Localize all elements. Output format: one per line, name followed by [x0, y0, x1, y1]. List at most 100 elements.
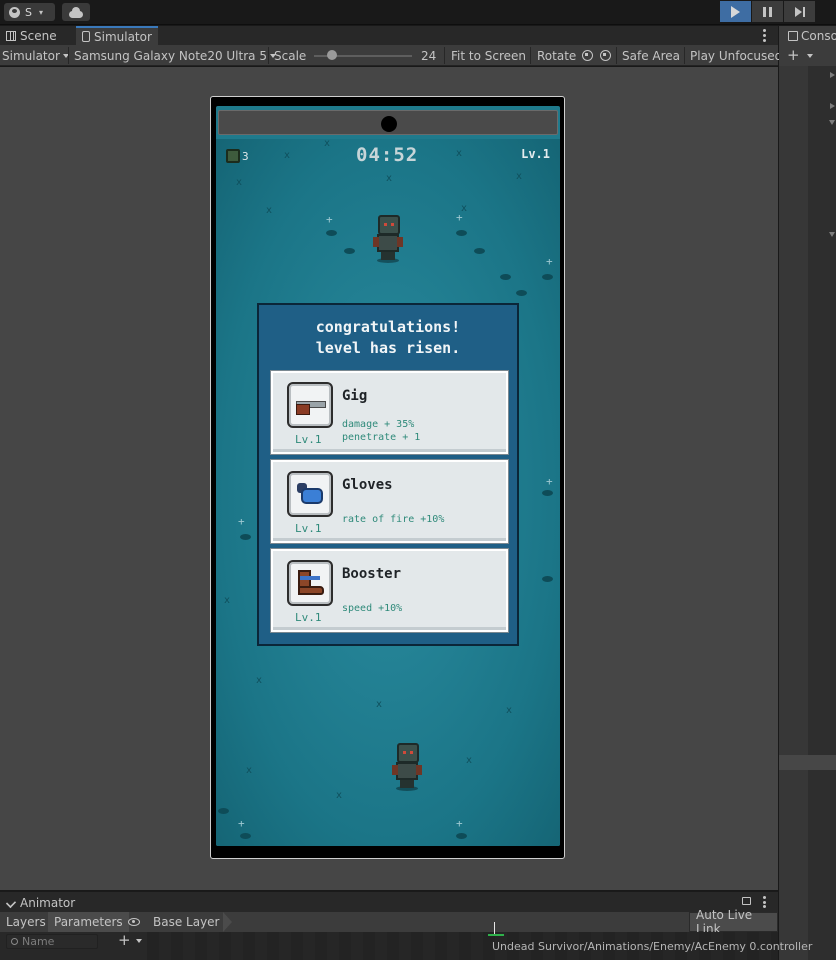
- play-icon: [731, 5, 740, 18]
- sparkle-icon: +: [238, 817, 245, 830]
- scale-slider-thumb[interactable]: [327, 50, 337, 60]
- lock-icon[interactable]: [742, 897, 751, 905]
- ground-tile: x: [506, 705, 513, 716]
- collapse-arrow-icon[interactable]: [829, 232, 835, 237]
- levelup-title: congratulations! level has risen.: [259, 317, 517, 359]
- safe-area-toggle[interactable]: Safe Area: [622, 45, 680, 66]
- expand-arrow-icon[interactable]: [830, 72, 835, 78]
- upgrade-card-booster[interactable]: Booster speed +10% Lv.1: [270, 548, 509, 633]
- simulator-icon: [82, 31, 90, 42]
- fish-icon: [456, 230, 467, 236]
- controller-path: Undead Survivor/Animations/Enemy/AcEnemy…: [492, 940, 813, 953]
- main-toolbar: S ▾: [0, 0, 836, 25]
- eye-icon[interactable]: [128, 918, 140, 926]
- console-toolbar: +: [779, 45, 836, 66]
- step-button[interactable]: [784, 1, 815, 22]
- play-button[interactable]: [720, 1, 751, 22]
- account-dropdown[interactable]: S ▾: [4, 3, 55, 21]
- camera-notch: [381, 116, 397, 132]
- console-selected-row[interactable]: [779, 755, 836, 770]
- fit-to-screen-button[interactable]: Fit to Screen: [451, 45, 526, 66]
- fish-icon: [218, 808, 229, 814]
- rotate-right-button[interactable]: [594, 45, 611, 66]
- levelup-title-line1: congratulations!: [315, 318, 461, 336]
- pause-button[interactable]: [752, 1, 783, 22]
- add-parameter-button[interactable]: +: [118, 933, 142, 948]
- tab-parameters[interactable]: Parameters: [48, 912, 129, 932]
- account-icon: [9, 6, 20, 18]
- auto-live-link-toggle[interactable]: Auto Live Link: [689, 908, 778, 936]
- ground-tile: x: [236, 177, 243, 188]
- enemy-zombie: [392, 743, 422, 791]
- play-unfocused-dropdown[interactable]: Play Unfocused: [690, 45, 782, 66]
- upgrade-desc: rate of fire +10%: [342, 514, 445, 525]
- divider: [684, 47, 685, 64]
- fish-icon: [456, 833, 467, 839]
- status-bar-cutout: [218, 110, 558, 135]
- upgrade-desc: speed +10%: [342, 603, 403, 614]
- upgrade-card-gloves[interactable]: Gloves rate of fire +10% Lv.1: [270, 459, 509, 544]
- ground-tile: x: [266, 205, 273, 216]
- cloud-button[interactable]: [62, 3, 90, 21]
- tab-console[interactable]: Conso: [779, 26, 836, 45]
- ground-tile: x: [256, 675, 263, 686]
- expand-arrow-icon[interactable]: [830, 103, 835, 109]
- gloves-icon: [287, 471, 333, 517]
- device-frame: x x x x x x x x + + + + + + + x x x x x …: [210, 96, 565, 859]
- ground-tile: x: [336, 790, 343, 801]
- search-icon: [11, 938, 18, 945]
- device-label: Samsung Galaxy Note20 Ultra 5: [74, 48, 267, 63]
- game-screen[interactable]: x x x x x x x x + + + + + + + x x x x x …: [216, 106, 560, 846]
- levelup-title-line2: level has risen.: [315, 339, 461, 357]
- collapse-arrow-icon[interactable]: [829, 120, 835, 125]
- cloud-icon: [69, 6, 83, 18]
- scale-value: 24: [421, 48, 437, 63]
- chevron-down-icon: [135, 938, 142, 943]
- chevron-down-icon: ▾: [38, 7, 43, 17]
- upgrade-level: Lv.1: [295, 611, 322, 624]
- breadcrumb-base-layer[interactable]: Base Layer: [147, 912, 226, 932]
- levelup-panel: congratulations! level has risen. Gig da…: [257, 303, 519, 646]
- upgrade-card-gig[interactable]: Gig damage + 35% penetrate + 1 Lv.1: [270, 370, 509, 455]
- search-placeholder: Name: [22, 935, 55, 948]
- tab-menu-kebab-icon[interactable]: [760, 28, 768, 43]
- animator-panel: Animator Layers Parameters Base Layer Au…: [0, 891, 812, 960]
- tab-layers[interactable]: Layers: [0, 912, 52, 932]
- upgrade-name: Gig: [342, 388, 368, 404]
- ground-tile: x: [376, 699, 383, 710]
- tab-animator-label: Animator: [20, 896, 76, 910]
- simulator-toolbar: Simulator Samsung Galaxy Note20 Ultra 5 …: [0, 45, 782, 66]
- chevron-down-icon[interactable]: [806, 53, 813, 58]
- divider: [530, 47, 531, 64]
- upgrade-level: Lv.1: [295, 522, 322, 535]
- add-icon[interactable]: +: [787, 48, 800, 63]
- rotate-label: Rotate: [537, 48, 577, 63]
- upgrade-name: Gloves: [342, 477, 393, 493]
- tab-console-label: Conso: [801, 28, 836, 43]
- graph-cursor: [494, 922, 495, 934]
- console-panel: Conso +: [779, 26, 836, 960]
- tab-animator[interactable]: Animator: [0, 894, 81, 912]
- device-dropdown[interactable]: Samsung Galaxy Note20 Ultra 5: [74, 45, 276, 66]
- sparkle-icon: +: [326, 213, 333, 226]
- rotate-left-icon: [582, 50, 593, 61]
- sparkle-icon: +: [456, 211, 463, 224]
- ground-tile: x: [284, 150, 291, 161]
- sparkle-icon: +: [456, 817, 463, 830]
- fish-icon: [344, 248, 355, 254]
- ground-tile: x: [224, 595, 231, 606]
- parameter-search-input[interactable]: Name: [6, 934, 98, 949]
- tab-simulator[interactable]: Simulator: [76, 26, 158, 45]
- console-icon: [788, 30, 798, 41]
- kill-icon: [226, 149, 240, 163]
- simulator-mode-dropdown[interactable]: Simulator: [2, 45, 69, 66]
- step-icon: [794, 6, 805, 17]
- kebab-menu-icon[interactable]: [763, 896, 766, 908]
- playmode-controls: [720, 1, 815, 22]
- tab-scene[interactable]: Scene: [0, 26, 63, 45]
- rotate-left-button[interactable]: [576, 45, 593, 66]
- divider: [444, 47, 445, 64]
- animator-toolbar: Layers Parameters Base Layer Auto Live L…: [0, 908, 778, 936]
- breadcrumb-arrow-icon: [223, 912, 232, 932]
- editor-tabs: Scene Simulator: [0, 26, 778, 45]
